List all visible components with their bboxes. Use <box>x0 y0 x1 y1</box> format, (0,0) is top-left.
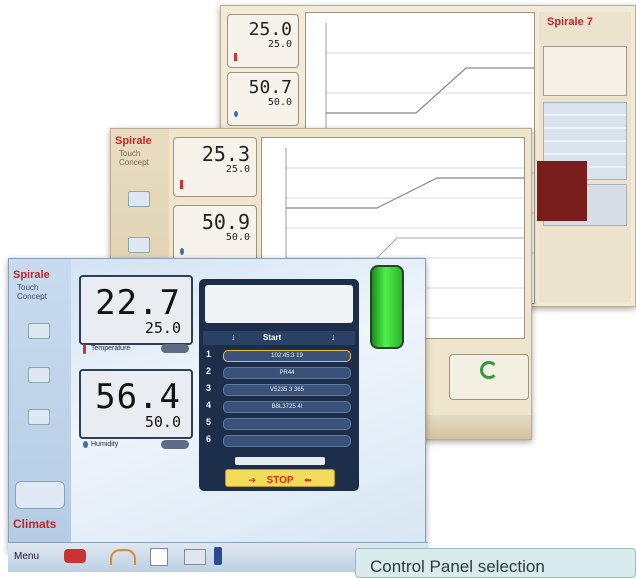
front-humidity-label-row: Humidity <box>81 439 189 451</box>
back-right-panel: Spirale 7 <box>539 12 631 302</box>
program-info-box <box>205 285 353 323</box>
mid-temperature-display: 25.3 25.0 <box>173 137 257 197</box>
program-row-value: PR44 <box>223 367 351 379</box>
stop-button[interactable]: ➔ STOP ⬅ <box>225 469 335 487</box>
back-alarm-box <box>537 161 587 221</box>
program-panel: ↓ Start ↓ 1 102:45:3 19 2 PR44 3 V5235 3… <box>199 279 359 491</box>
program-row[interactable]: 3 V5235 3 365 <box>203 383 351 396</box>
program-row-value <box>223 435 351 447</box>
back-logo: Spirale 7 <box>547 16 593 28</box>
front-temperature-label: Temperature <box>91 345 131 352</box>
settings-icon <box>128 237 150 253</box>
program-header: ↓ Start ↓ <box>203 331 355 345</box>
front-hum-main: 56.4 <box>95 377 181 417</box>
front-temperature-label-row: Temperature <box>81 343 189 355</box>
program-row[interactable]: 1 102:45:3 19 <box>203 349 351 362</box>
program-row[interactable]: 4 B8L3725 4I <box>203 400 351 413</box>
edit-icon[interactable] <box>150 548 168 566</box>
mid-hum-main: 50.9 <box>201 210 250 234</box>
front-sidebar: Spirale Touch Concept Climats <box>9 259 71 551</box>
stop-label: STOP <box>266 475 294 486</box>
mid-temp-set: 25.0 <box>225 164 250 175</box>
phone-icon[interactable] <box>214 547 222 565</box>
back-hum-set: 50.0 <box>267 97 292 108</box>
program-row-value: V5235 3 365 <box>223 384 351 396</box>
front-brand: Climats <box>13 517 57 531</box>
back-humidity-display: 50.7 50.0 <box>227 72 299 126</box>
arrow-left-icon: ⬅ <box>303 475 312 485</box>
status-led-indicator <box>370 265 404 349</box>
mid-logo: Spirale <box>115 135 152 147</box>
back-thermometer-icon <box>234 53 237 61</box>
droplet-icon <box>83 441 88 448</box>
mid-temp-main: 25.3 <box>201 142 250 166</box>
mid-droplet-icon <box>180 248 184 255</box>
front-nav-settings-button[interactable] <box>17 409 61 427</box>
back-temp-main: 25.0 <box>248 19 292 40</box>
program-row-number: 1 <box>206 349 212 359</box>
mid-humidity-display: 50.9 50.0 <box>173 205 257 265</box>
front-temperature-display: 22.7 25.0 <box>79 275 193 345</box>
program-row-number: 3 <box>206 383 212 393</box>
program-row-number: 4 <box>206 400 212 410</box>
gauge-icon[interactable] <box>110 549 136 565</box>
mid-nav-chart-button[interactable] <box>117 191 161 209</box>
refresh-icon <box>480 361 498 379</box>
program-row-number: 2 <box>206 366 212 376</box>
program-row[interactable]: 2 PR44 <box>203 366 351 379</box>
settings-icon <box>28 409 50 425</box>
front-nav-chart-button[interactable] <box>17 367 61 385</box>
back-list-box <box>543 46 627 96</box>
grid-icon <box>28 323 50 339</box>
caption-box: Control Panel selection <box>355 548 636 578</box>
tool-icon[interactable] <box>64 549 86 563</box>
front-humidity-display: 56.4 50.0 <box>79 369 193 439</box>
program-row-number: 5 <box>206 417 212 427</box>
mid-nav-setup-button[interactable] <box>117 237 161 255</box>
front-humidity-toggle[interactable] <box>161 440 189 449</box>
program-row-number: 6 <box>206 434 212 444</box>
mid-status-box <box>449 354 529 400</box>
program-progress-bar <box>235 457 325 465</box>
front-temp-main: 22.7 <box>95 283 181 323</box>
program-row-value: B8L3725 4I <box>223 401 351 413</box>
arrow-up-icon: ↓ <box>331 332 336 342</box>
front-temperature-toggle[interactable] <box>161 344 189 353</box>
front-extra-button[interactable] <box>15 481 65 509</box>
back-droplet-icon <box>234 111 238 117</box>
thermometer-icon <box>83 344 86 354</box>
arrow-down-icon: ↓ <box>231 332 236 342</box>
program-row-value: 102:45:3 19 <box>223 350 351 362</box>
front-logo: Spirale <box>13 269 50 281</box>
front-humidity-label: Humidity <box>91 441 119 448</box>
front-screen: Spirale Touch Concept Climats 22.7 25.0 … <box>8 258 426 552</box>
print-icon[interactable] <box>184 549 206 565</box>
program-row[interactable]: 5 <box>203 417 351 430</box>
back-temperature-display: 25.0 25.0 <box>227 14 299 68</box>
mid-subtitle: Touch Concept <box>119 149 149 167</box>
chart-icon <box>28 367 50 383</box>
start-button[interactable]: Start <box>263 333 281 342</box>
arrow-right-icon: ➔ <box>248 475 257 485</box>
back-hum-main: 50.7 <box>248 77 292 98</box>
front-hum-set: 50.0 <box>144 413 181 431</box>
program-row-value <box>223 418 351 430</box>
front-temp-set: 25.0 <box>144 319 181 337</box>
front-subtitle: Touch Concept <box>17 283 47 301</box>
mid-hum-set: 50.0 <box>225 232 250 243</box>
mid-thermometer-icon <box>180 180 183 189</box>
front-nav-overview-button[interactable] <box>17 323 61 341</box>
chart-icon <box>128 191 150 207</box>
program-row[interactable]: 6 <box>203 434 351 447</box>
menu-button[interactable]: Menu <box>14 551 39 562</box>
back-temp-set: 25.0 <box>267 39 292 50</box>
